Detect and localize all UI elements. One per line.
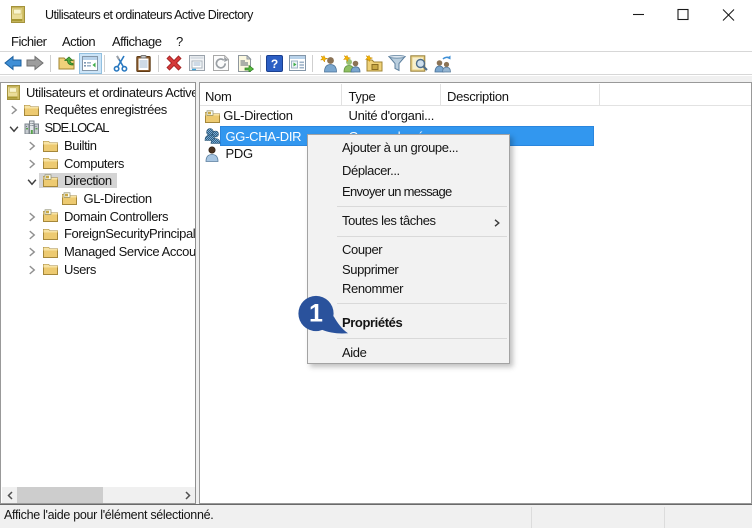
svg-text:?: ? <box>271 57 278 71</box>
svg-text:1: 1 <box>309 300 323 328</box>
